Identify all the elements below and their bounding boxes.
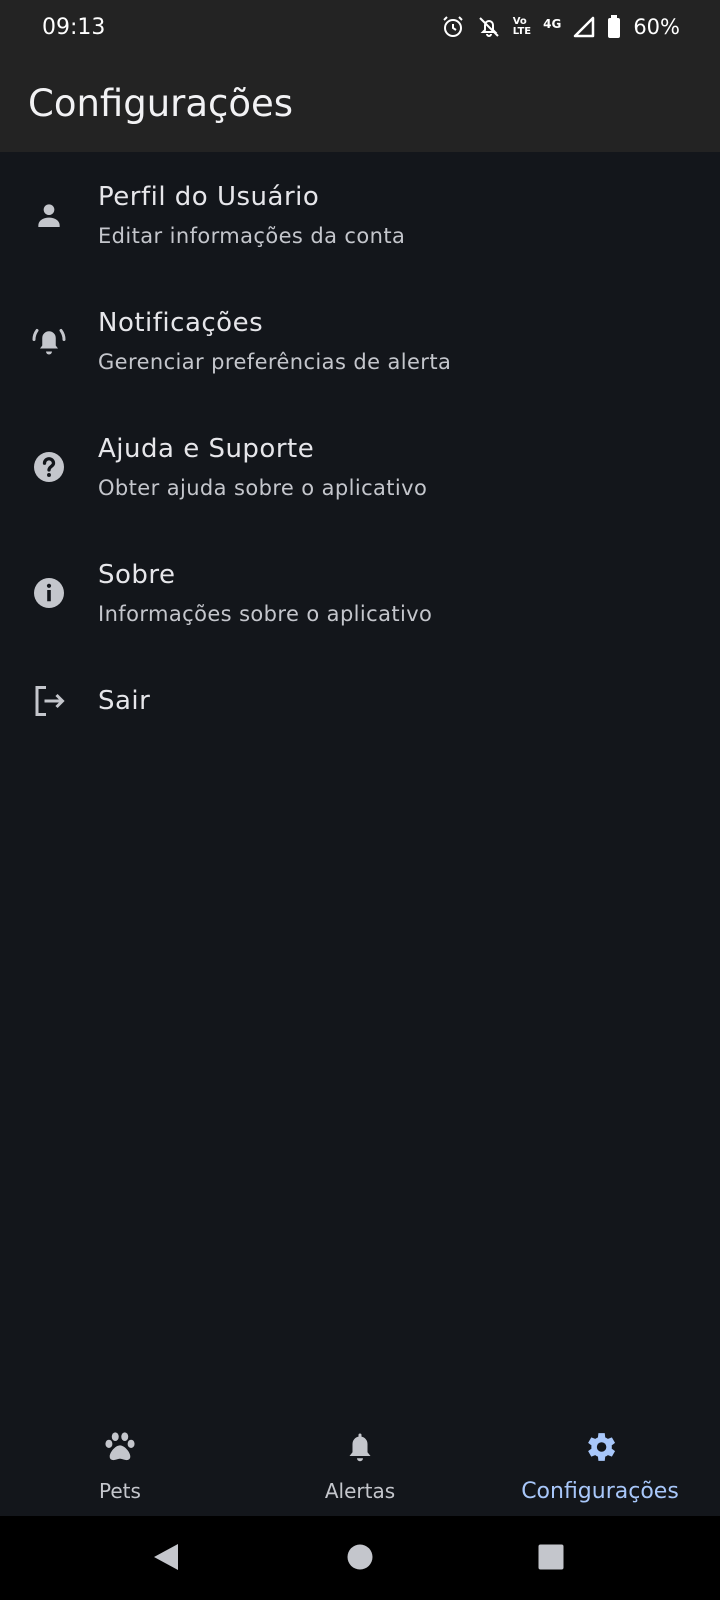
- paw-icon: [101, 1428, 139, 1471]
- battery-level: 60%: [633, 15, 680, 39]
- gear-icon: [581, 1428, 619, 1471]
- system-navigation-bar: [0, 1516, 720, 1600]
- notifications-off-icon: [477, 15, 501, 39]
- settings-item-title: Ajuda e Suporte: [98, 434, 315, 464]
- settings-item-title: Perfil do Usuário: [98, 182, 320, 212]
- bottom-navigation: Pets Alertas Configurações: [0, 1400, 720, 1516]
- settings-item-notifications[interactable]: Notificações Gerenciar preferências de a…: [0, 278, 720, 404]
- recents-icon[interactable]: [538, 1544, 564, 1575]
- battery-icon: [607, 15, 621, 39]
- signal-icon: [573, 16, 595, 38]
- app-bar: Configurações: [0, 54, 720, 152]
- settings-item-title: Sair: [98, 686, 151, 716]
- status-time: 09:13: [42, 14, 106, 40]
- page-title: Configurações: [28, 81, 294, 125]
- person-icon: [31, 197, 67, 233]
- nav-label: Alertas: [324, 1479, 396, 1503]
- status-icons: Vo LTE 4G 60%: [441, 15, 680, 39]
- settings-item-about[interactable]: Sobre Informações sobre o aplicativo: [0, 530, 720, 656]
- logout-icon: [31, 683, 67, 719]
- settings-item-subtitle: Informações sobre o aplicativo: [98, 602, 433, 626]
- volte-bottom-label: LTE: [512, 26, 532, 37]
- nav-item-configuracoes[interactable]: Configurações: [480, 1400, 720, 1516]
- bell-ringing-icon: [31, 323, 67, 359]
- settings-item-title: Sobre: [98, 560, 176, 590]
- network-type: 4G: [543, 17, 562, 31]
- home-icon[interactable]: [347, 1544, 373, 1575]
- nav-item-pets[interactable]: Pets: [0, 1400, 240, 1516]
- bell-icon: [342, 1428, 378, 1471]
- back-icon[interactable]: [152, 1542, 180, 1577]
- settings-item-profile[interactable]: Perfil do Usuário Editar informações da …: [0, 152, 720, 278]
- settings-item-subtitle: Obter ajuda sobre o aplicativo: [98, 476, 428, 500]
- status-bar: 09:13 Vo LTE 4G 60%: [0, 0, 720, 54]
- nav-label: Pets: [99, 1479, 141, 1503]
- nav-label: Configurações: [521, 1479, 679, 1504]
- settings-item-title: Notificações: [98, 308, 264, 338]
- nav-item-alertas[interactable]: Alertas: [240, 1400, 480, 1516]
- volte-icon: Vo LTE: [513, 17, 531, 37]
- alarm-icon: [441, 15, 465, 39]
- settings-item-subtitle: Editar informações da conta: [98, 224, 406, 248]
- settings-item-logout[interactable]: Sair: [0, 656, 720, 746]
- info-icon: [31, 575, 67, 611]
- help-icon: [31, 449, 67, 485]
- settings-item-help[interactable]: Ajuda e Suporte Obter ajuda sobre o apli…: [0, 404, 720, 530]
- settings-item-subtitle: Gerenciar preferências de alerta: [98, 350, 452, 374]
- settings-list: Perfil do Usuário Editar informações da …: [0, 152, 720, 746]
